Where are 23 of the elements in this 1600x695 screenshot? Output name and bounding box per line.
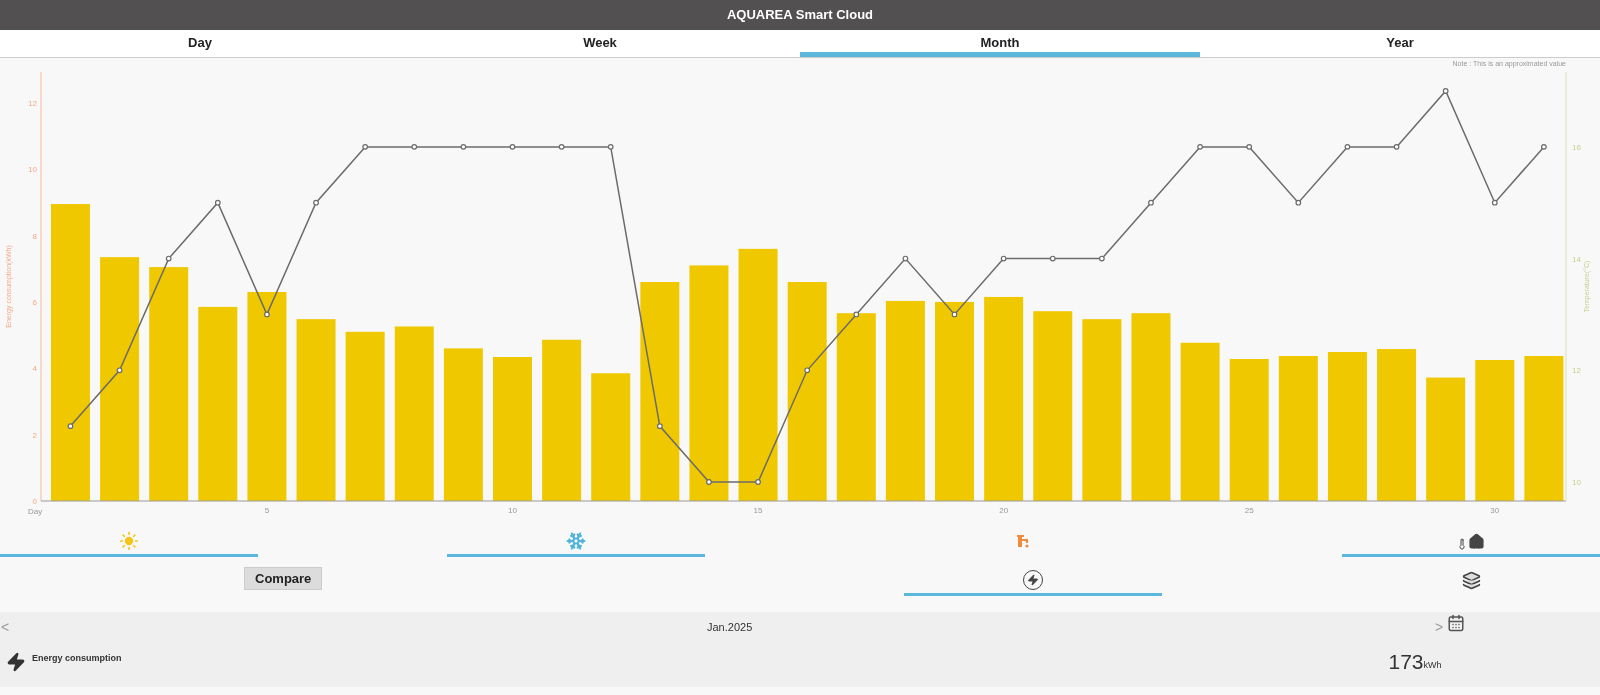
summary-unit: kWh [1423, 660, 1442, 673]
summary-value: 173 [1388, 649, 1424, 676]
axis-tick-label: 5 [264, 506, 270, 515]
axis-title: Day [28, 507, 43, 516]
axis-tick-label: 12 [28, 98, 37, 108]
axis-tick-label: 14 [1572, 254, 1581, 264]
axis-tick-label: 8 [32, 231, 37, 241]
axis-tick-label: 16 [1572, 142, 1581, 152]
axis-tick-label: 4 [32, 364, 37, 374]
axis-tick-label: 6 [32, 297, 37, 307]
axis-tick-label: 10 [1572, 478, 1581, 487]
axis-tick-label: 25 [1244, 506, 1254, 515]
period-label: Jan.2025 [707, 619, 753, 635]
axis-tick-label: 20 [999, 506, 1009, 515]
axis-tick-label: 2 [32, 430, 37, 440]
axis-tick-label: 10 [508, 506, 517, 515]
axis-tick-label: 0 [32, 497, 37, 506]
summary-label: Energy consumption [32, 652, 122, 666]
axis-tick-label: 12 [1572, 366, 1581, 376]
axis-tick-label: 15 [753, 506, 763, 515]
axis-tick-label: 30 [1490, 506, 1500, 515]
axis-tick-label: 10 [28, 165, 37, 175]
app-title: AQUAREA Smart Cloud [726, 6, 874, 25]
